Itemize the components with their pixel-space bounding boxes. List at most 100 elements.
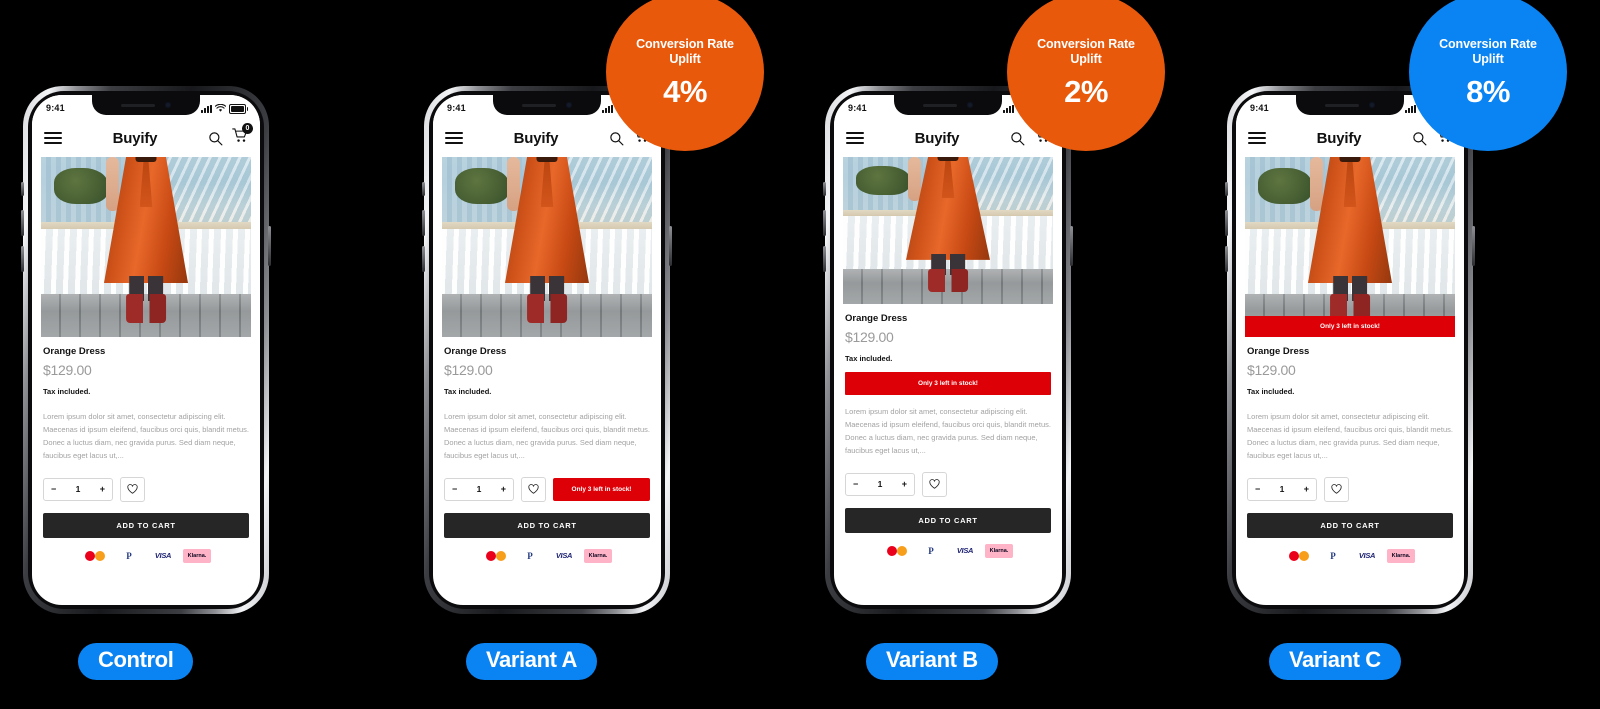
variant-label-c: Variant C [1269,643,1401,680]
product-info: Orange Dress $129.00 Tax included. Lorem… [1236,337,1464,463]
front-camera [566,102,572,108]
klarna-icon: Klarna. [1387,548,1415,563]
product-title: Orange Dress [1247,346,1310,357]
product-info: Orange Dress $129.00 Tax included. Lorem… [433,337,661,463]
quantity-value: 1 [1279,484,1285,494]
visa-icon: VISA [149,548,177,563]
search-icon[interactable] [609,131,624,146]
front-camera [165,102,171,108]
heart-icon [127,484,138,494]
uplift-label-line2: Uplift [1472,52,1504,66]
add-to-cart-button[interactable]: ADD TO CART [1247,512,1453,538]
increment-icon[interactable]: + [1304,484,1309,494]
product-price: $129.00 [43,362,92,378]
stock-badge: Only 3 left in stock! [845,372,1051,395]
decrement-icon[interactable]: − [51,484,56,494]
uplift-badge-variant-a: Conversion Rate Uplift 4% [606,0,764,151]
volume-up-button[interactable] [21,210,24,236]
front-camera [1369,102,1375,108]
hamburger-icon[interactable] [846,132,864,144]
hamburger-icon[interactable] [445,132,463,144]
mute-switch[interactable] [823,182,826,196]
product-description: Lorem ipsum dolor sit amet, consectetur … [43,412,249,461]
quantity-row: − 1 + [834,471,1062,497]
wishlist-button[interactable] [922,471,947,497]
quantity-stepper[interactable]: − 1 + [444,477,514,501]
phone-mockup-variant-b: 9:41 Buyify 0 [823,86,1073,614]
notch [894,95,1002,115]
cart-count-badge: 0 [242,123,253,134]
notch [92,95,200,115]
product-description-block: Lorem ipsum dolor sit amet, consectetur … [834,405,1062,458]
hamburger-icon[interactable] [44,132,62,144]
increment-icon[interactable]: + [902,479,907,489]
wishlist-button[interactable] [120,476,145,502]
hamburger-icon[interactable] [1248,132,1266,144]
phone-screen: 9:41 Buyify 0 [1236,95,1464,605]
add-to-cart-button[interactable]: ADD TO CART [845,507,1051,533]
volume-up-button[interactable] [823,210,826,236]
product-image: Only 3 left in stock! [1245,157,1455,337]
payment-methods: P VISA Klarna. [433,548,661,563]
add-to-cart-button[interactable]: ADD TO CART [444,512,650,538]
search-icon[interactable] [1412,131,1427,146]
product-price: $129.00 [845,329,894,345]
mute-switch[interactable] [422,182,425,196]
cart-button[interactable]: 0 [232,123,253,148]
phone-mockup-control: 9:41 Buyify 0 Orange Dress $129.00 Tax i… [21,86,271,614]
uplift-label-line2: Uplift [1070,52,1102,66]
uplift-label-line1: Conversion Rate [1037,36,1135,51]
wishlist-button[interactable] [521,476,546,502]
search-icon[interactable] [1010,131,1025,146]
power-button[interactable] [268,226,271,266]
klarna-icon: Klarna. [183,548,211,563]
wishlist-button[interactable] [1324,476,1349,502]
product-title: Orange Dress [43,346,106,357]
tax-note: Tax included. [845,354,893,363]
front-camera [967,102,973,108]
status-time: 9:41 [1250,103,1269,113]
payment-methods: P VISA Klarna. [32,548,260,563]
volume-down-button[interactable] [823,246,826,272]
earpiece-speaker [1325,103,1359,107]
volume-up-button[interactable] [1225,210,1228,236]
status-indicators [201,103,248,114]
earpiece-speaker [923,103,957,107]
search-icon[interactable] [208,131,223,146]
uplift-value: 2% [1064,74,1108,110]
quantity-stepper[interactable]: − 1 + [845,472,915,496]
app-header: Buyify 0 [32,119,260,157]
volume-down-button[interactable] [422,246,425,272]
mute-switch[interactable] [1225,182,1228,196]
status-time: 9:41 [848,103,867,113]
quantity-row: − 1 + [32,476,260,502]
uplift-label-line1: Conversion Rate [636,36,734,51]
ab-test-comparison-board: 9:41 Buyify 0 Orange Dress $129.00 Tax i… [0,0,1600,709]
visa-icon: VISA [951,543,979,558]
cellular-signal-icon [1003,104,1014,113]
paypal-icon: P [115,548,143,563]
uplift-label-line1: Conversion Rate [1439,36,1537,51]
decrement-icon[interactable]: − [853,479,858,489]
quantity-stepper[interactable]: − 1 + [43,477,113,501]
tax-note: Tax included. [1247,387,1295,396]
mute-switch[interactable] [21,182,24,196]
power-button[interactable] [669,226,672,266]
mastercard-icon [81,548,109,563]
quantity-stepper[interactable]: − 1 + [1247,477,1317,501]
power-button[interactable] [1070,226,1073,266]
add-to-cart-button[interactable]: ADD TO CART [43,512,249,538]
power-button[interactable] [1472,226,1475,266]
decrement-icon[interactable]: − [452,484,457,494]
visa-icon: VISA [1353,548,1381,563]
notch [493,95,601,115]
decrement-icon[interactable]: − [1255,484,1260,494]
increment-icon[interactable]: + [100,484,105,494]
phone-screen: 9:41 Buyify 0 [32,95,260,605]
klarna-icon: Klarna. [584,548,612,563]
volume-up-button[interactable] [422,210,425,236]
uplift-label-line2: Uplift [669,52,701,66]
increment-icon[interactable]: + [501,484,506,494]
volume-down-button[interactable] [21,246,24,272]
volume-down-button[interactable] [1225,246,1228,272]
